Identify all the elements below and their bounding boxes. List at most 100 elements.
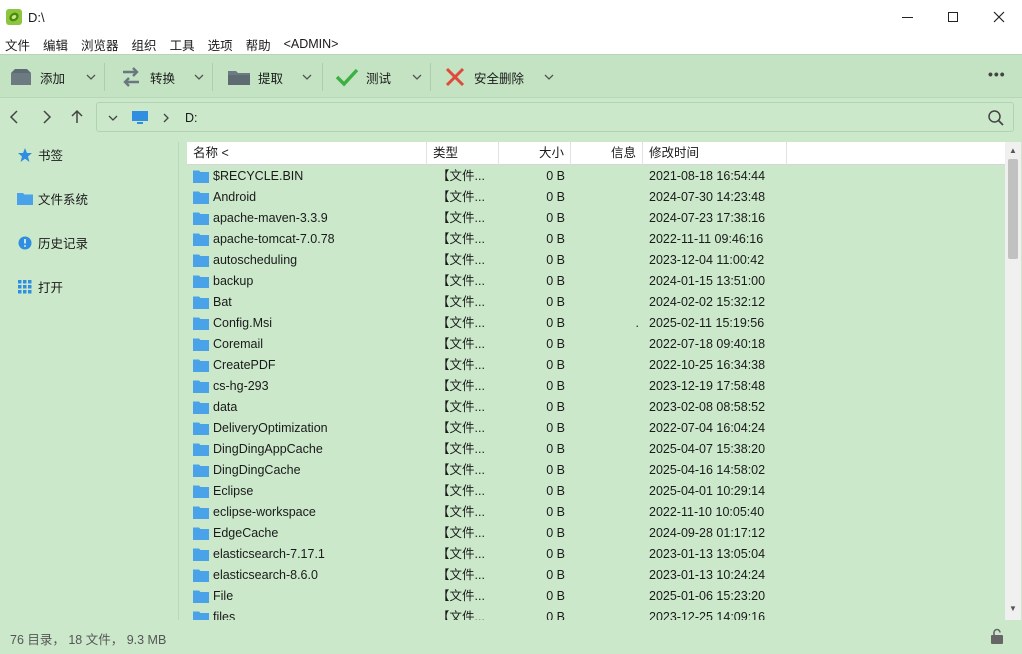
file-type: 【文件... — [437, 505, 485, 519]
folder-icon — [193, 254, 209, 267]
file-name: apache-tomcat-7.0.78 — [213, 232, 335, 246]
lock-icon[interactable] — [990, 628, 1004, 644]
star-icon — [16, 147, 34, 163]
forward-arrow-icon[interactable] — [37, 108, 55, 126]
table-row[interactable]: files 【文件... 0 B 2023-12-25 14:09:16 — [187, 607, 1005, 620]
menu-tools[interactable]: 工具 — [170, 35, 195, 54]
table-row[interactable]: CreatePDF 【文件... 0 B 2022-10-25 16:34:38 — [187, 355, 1005, 376]
sidebar-item-open[interactable]: 打开 — [16, 277, 63, 296]
vertical-scrollbar[interactable]: ▲ ▼ — [1005, 142, 1021, 620]
table-row[interactable]: File 【文件... 0 B 2025-01-06 15:23:20 — [187, 586, 1005, 607]
archive-box-icon — [8, 66, 34, 88]
file-info — [569, 544, 639, 565]
computer-icon — [132, 111, 148, 124]
column-header-modified[interactable]: 修改时间 — [643, 142, 787, 165]
column-header-name[interactable]: 名称 < — [187, 142, 427, 165]
file-size: 0 B — [546, 274, 565, 288]
chevron-down-icon[interactable] — [544, 70, 554, 84]
chevron-right-icon[interactable] — [161, 112, 171, 124]
file-info — [569, 271, 639, 292]
chevron-down-icon[interactable] — [194, 70, 204, 84]
file-modified: 2025-04-07 15:38:20 — [649, 442, 766, 456]
more-options-icon[interactable]: ••• — [988, 66, 1006, 82]
table-row[interactable]: DeliveryOptimization 【文件... 0 B 2022-07-04 … — [187, 418, 1005, 439]
convert-button[interactable]: 转换 — [118, 63, 175, 91]
file-type: 【文件... — [437, 253, 485, 267]
column-header-type[interactable]: 类型 — [427, 142, 499, 165]
table-row[interactable]: apache-tomcat-7.0.78 【文件... 0 B 2022-11-11 … — [187, 229, 1005, 250]
table-row[interactable]: data 【文件... 0 B 2023-02-08 08:58:52 — [187, 397, 1005, 418]
checkmark-icon — [334, 66, 360, 88]
table-row[interactable]: autoscheduling 【文件... 0 B 2023-12-04 11:00:… — [187, 250, 1005, 271]
table-row[interactable]: apache-maven-3.3.9 【文件... 0 B 2024-07-23 17… — [187, 208, 1005, 229]
menu-options[interactable]: 选项 — [208, 35, 233, 54]
table-row[interactable]: Config.Msi 【文件... 0 B. 2025-02-11 15:19:56 — [187, 313, 1005, 334]
file-type: 【文件... — [437, 358, 485, 372]
table-row[interactable]: DingDingCache 【文件... 0 B 2025-04-16 14:58:0… — [187, 460, 1005, 481]
menu-browser[interactable]: 浏览器 — [81, 35, 119, 54]
close-button[interactable] — [976, 0, 1022, 34]
file-name: Android — [213, 190, 257, 204]
scrollbar-thumb[interactable] — [1008, 159, 1018, 259]
table-row[interactable]: DingDingAppCache 【文件... 0 B 2025-04-07 15:3… — [187, 439, 1005, 460]
column-header-size[interactable]: 大小 — [499, 142, 571, 165]
table-row[interactable]: elasticsearch-8.6.0 【文件... 0 B 2023-01-13 1… — [187, 565, 1005, 586]
chevron-down-icon[interactable] — [412, 70, 422, 84]
menu-file[interactable]: 文件 — [5, 35, 30, 54]
search-icon[interactable] — [987, 109, 1005, 127]
table-row[interactable]: $RECYCLE.BIN 【文件... 0 B 2021-08-18 16:54:44 — [187, 166, 1005, 187]
column-header-info[interactable]: 信息 — [571, 142, 643, 165]
address-path[interactable]: D: — [185, 111, 198, 125]
table-row[interactable]: eclipse-workspace 【文件... 0 B 2022-11-10 10:… — [187, 502, 1005, 523]
file-info — [569, 439, 639, 460]
folder-icon — [193, 443, 209, 456]
folder-icon — [193, 338, 209, 351]
add-button[interactable]: 添加 — [8, 63, 65, 91]
table-row[interactable]: EdgeCache 【文件... 0 B 2024-09-28 01:17:12 — [187, 523, 1005, 544]
up-arrow-icon[interactable] — [68, 108, 86, 126]
menu-admin[interactable]: <ADMIN> — [284, 37, 339, 51]
file-size: 0 B — [546, 232, 565, 246]
scroll-up-icon[interactable]: ▲ — [1009, 146, 1017, 155]
table-row[interactable]: Coremail 【文件... 0 B 2022-07-18 09:40:18 — [187, 334, 1005, 355]
extract-button[interactable]: 提取 — [226, 63, 283, 91]
folder-icon — [193, 296, 209, 309]
file-info — [569, 250, 639, 271]
file-modified: 2025-04-16 14:58:02 — [649, 463, 766, 477]
file-name: elasticsearch-8.6.0 — [213, 568, 318, 582]
file-type: 【文件... — [437, 190, 485, 204]
sidebar-item-label: 文件系统 — [38, 193, 89, 207]
folder-icon — [193, 611, 209, 620]
sidebar-splitter[interactable] — [178, 142, 179, 620]
menu-help[interactable]: 帮助 — [246, 35, 271, 54]
menu-edit[interactable]: 编辑 — [43, 35, 68, 54]
scroll-down-icon[interactable]: ▼ — [1009, 604, 1017, 613]
address-bar[interactable]: D: — [96, 102, 1014, 132]
file-type: 【文件... — [437, 337, 485, 351]
table-row[interactable]: Bat 【文件... 0 B 2024-02-02 15:32:12 — [187, 292, 1005, 313]
test-button[interactable]: 测试 — [334, 63, 391, 91]
file-type: 【文件... — [437, 274, 485, 288]
sidebar-item-filesystem[interactable]: 文件系统 — [16, 189, 88, 208]
secure-delete-button[interactable]: 安全删除 — [442, 63, 524, 91]
table-row[interactable]: Eclipse 【文件... 0 B 2025-04-01 10:29:14 — [187, 481, 1005, 502]
table-row[interactable]: backup 【文件... 0 B 2024-01-15 13:51:00 — [187, 271, 1005, 292]
file-modified: 2025-02-11 15:19:56 — [649, 316, 765, 330]
sidebar-item-history[interactable]: 历史记录 — [16, 233, 88, 252]
table-row[interactable]: cs-hg-293 【文件... 0 B 2023-12-19 17:58:48 — [187, 376, 1005, 397]
menu-organize[interactable]: 组织 — [132, 35, 157, 54]
file-type: 【文件... — [437, 547, 485, 561]
back-arrow-icon[interactable] — [6, 108, 24, 126]
minimize-button[interactable] — [884, 0, 930, 34]
maximize-button[interactable] — [930, 0, 976, 34]
sidebar-item-bookmarks[interactable]: 书签 — [16, 145, 63, 164]
chevron-down-icon[interactable] — [107, 112, 119, 124]
chevron-down-icon[interactable] — [86, 70, 96, 84]
table-row[interactable]: Android 【文件... 0 B 2024-07-30 14:23:48 — [187, 187, 1005, 208]
chevron-down-icon[interactable] — [302, 70, 312, 84]
status-summary: 76 目录， 18 文件， 9.3 MB — [10, 633, 167, 647]
file-type: 【文件... — [437, 379, 485, 393]
file-type: 【文件... — [437, 211, 485, 225]
folder-icon — [193, 275, 209, 288]
table-row[interactable]: elasticsearch-7.17.1 【文件... 0 B 2023-01-13 … — [187, 544, 1005, 565]
